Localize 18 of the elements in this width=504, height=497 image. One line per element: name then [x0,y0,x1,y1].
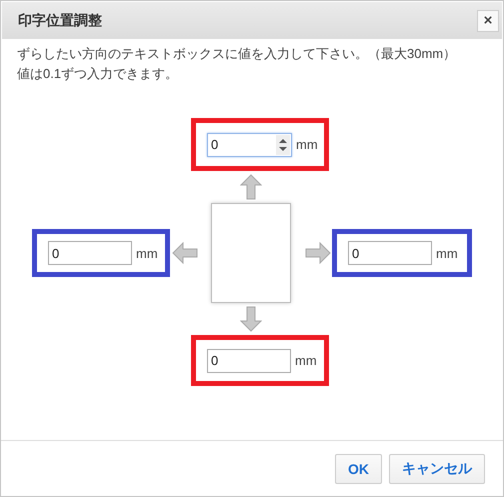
offset-input-field[interactable]: 0 [48,241,132,265]
close-button[interactable]: × [477,10,499,32]
instruction-text: 値は0.1ずつ入力できます。 [17,65,180,83]
arrow-icon [240,306,262,332]
dialog-button[interactable]: OK [335,454,382,484]
dialog-button[interactable]: キャンセル [389,454,485,484]
offset-input-field[interactable]: 0 [348,241,432,265]
arrow-icon [305,242,331,264]
spinner-icon[interactable] [276,134,290,154]
arrow-icon [172,242,198,264]
unit-label: mm [295,353,317,368]
unit-label: mm [136,246,158,260]
dialog-title: 印字位置調整 [18,12,102,30]
instruction-text: ずらしたい方向のテキストボックスに値を入力して下さい。（最大30mm） [17,45,458,63]
unit-label: mm [296,137,318,152]
arrow-icon [240,174,262,200]
offset-input-field[interactable]: 0 [207,348,291,372]
unit-label: mm [436,246,458,260]
